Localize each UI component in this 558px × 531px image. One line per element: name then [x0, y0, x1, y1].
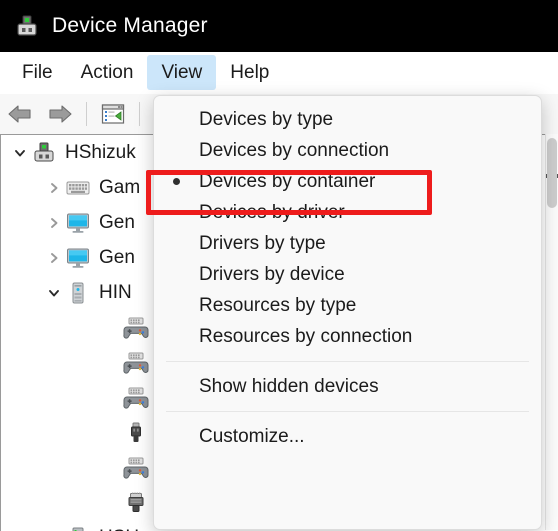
usb-cable-icon — [123, 420, 149, 446]
menu-bar: File Action View Help — [0, 52, 558, 95]
tree-row-label: Gen — [99, 212, 135, 234]
menu-item-resources-by-connection[interactable]: Resources by connection — [154, 321, 541, 352]
menu-item-resources-by-type[interactable]: Resources by type — [154, 290, 541, 321]
menu-item-label: Resources by connection — [199, 326, 541, 348]
window-title: Device Manager — [52, 14, 208, 38]
menu-item-drivers-by-device[interactable]: Drivers by device — [154, 259, 541, 290]
menu-file[interactable]: File — [8, 55, 67, 90]
tree-row-label: Gam — [99, 177, 140, 199]
show-hide-console-tree-icon[interactable] — [93, 98, 133, 130]
scrollbar-thumb[interactable] — [547, 138, 557, 208]
menu-action[interactable]: Action — [67, 55, 148, 90]
menu-separator — [166, 411, 529, 412]
toolbar-separator-2 — [139, 102, 140, 126]
menu-view[interactable]: View — [147, 55, 216, 90]
title-bar: Device Manager — [0, 0, 558, 52]
menu-item-devices-by-connection[interactable]: Devices by connection — [154, 135, 541, 166]
tower-pc-icon — [65, 280, 91, 306]
menu-item-label: Drivers by type — [199, 233, 541, 255]
forward-arrow-icon[interactable] — [40, 98, 80, 130]
chevron-right-icon[interactable] — [43, 216, 65, 230]
monitor-icon — [65, 210, 91, 236]
server-tower-icon — [65, 525, 91, 531]
vertical-scrollbar[interactable] — [545, 134, 558, 530]
view-dropdown-menu[interactable]: Devices by type Devices by connection Devi… — [153, 95, 542, 530]
chevron-down-icon[interactable] — [9, 146, 31, 160]
menu-item-label: Drivers by device — [199, 264, 541, 286]
menu-item-label: Devices by connection — [199, 140, 541, 162]
menu-item-devices-by-container[interactable]: Devices by container — [154, 166, 541, 197]
monitor-icon — [65, 245, 91, 271]
gamepad-icon — [123, 315, 149, 341]
menu-item-show-hidden-devices[interactable]: Show hidden devices — [154, 371, 541, 402]
tree-row-label: HIN — [99, 282, 132, 304]
chevron-down-icon[interactable] — [43, 286, 65, 300]
chevron-right-icon[interactable] — [43, 251, 65, 265]
chevron-right-icon[interactable] — [43, 181, 65, 195]
usb-connector-icon — [123, 490, 149, 516]
tree-row-label: Gen — [99, 247, 135, 269]
menu-help[interactable]: Help — [216, 55, 283, 90]
menu-item-customize[interactable]: Customize... — [154, 421, 541, 452]
menu-separator — [166, 361, 529, 362]
menu-item-devices-by-type[interactable]: Devices by type — [154, 104, 541, 135]
tree-row-label: HSH — [99, 527, 139, 531]
menu-item-label: Customize... — [199, 426, 541, 448]
gamepad-icon — [123, 350, 149, 376]
gamepad-icon — [123, 385, 149, 411]
tree-row-label: HShizuk — [65, 142, 136, 164]
menu-item-label: Resources by type — [199, 295, 541, 317]
menu-item-label: Devices by type — [199, 109, 541, 131]
menu-item-label: Devices by driver — [199, 202, 541, 224]
radio-checked-icon — [154, 178, 199, 185]
back-arrow-icon[interactable] — [0, 98, 40, 130]
toolbar-separator — [86, 102, 87, 126]
menu-item-label: Devices by container — [199, 171, 541, 193]
menu-item-devices-by-driver[interactable]: Devices by driver — [154, 197, 541, 228]
device-manager-icon — [14, 13, 40, 39]
gamepad-icon — [123, 455, 149, 481]
usb-device-icon — [31, 140, 57, 166]
menu-item-label: Show hidden devices — [199, 376, 541, 398]
keyboard-icon — [65, 175, 91, 201]
menu-item-drivers-by-type[interactable]: Drivers by type — [154, 228, 541, 259]
